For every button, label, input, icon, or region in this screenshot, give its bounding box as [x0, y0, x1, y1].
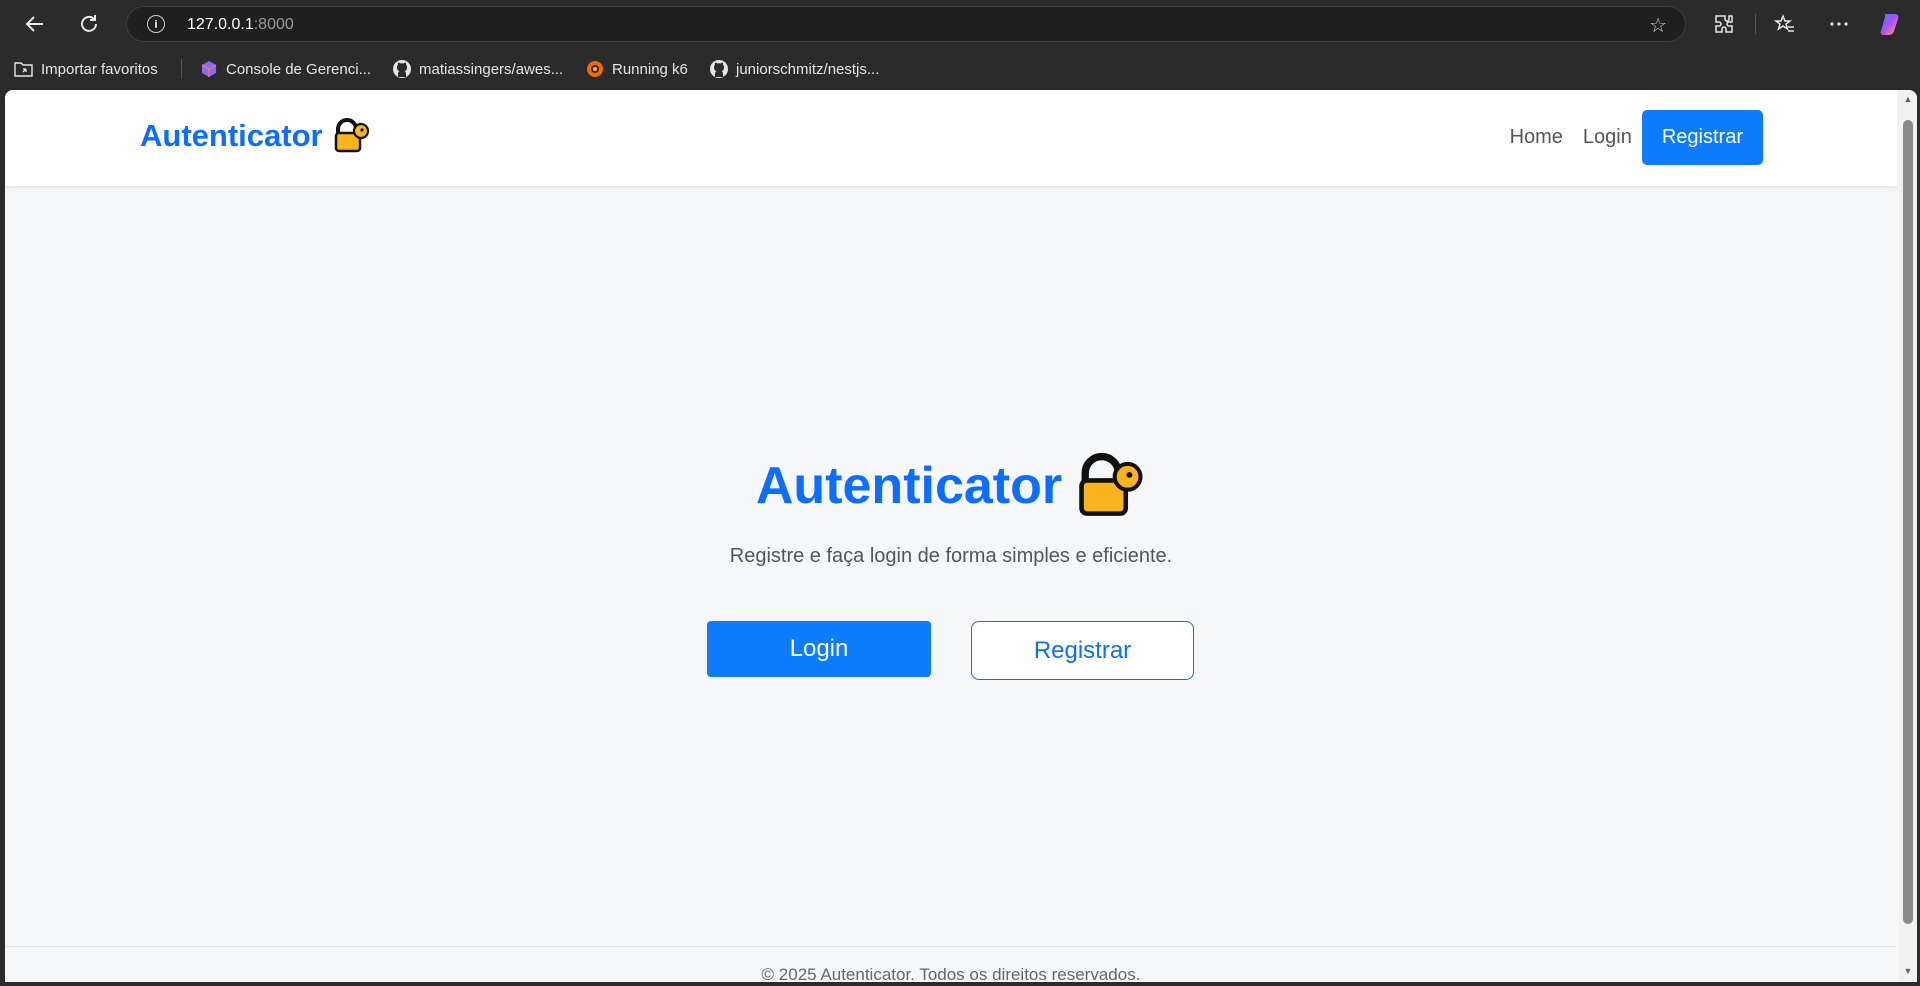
favorites-icon[interactable]: [1771, 10, 1799, 38]
extensions-icon[interactable]: [1710, 10, 1738, 38]
brand-name: Autenticator: [140, 118, 323, 153]
nav-login-link[interactable]: Login: [1583, 112, 1632, 163]
github-icon: [710, 60, 728, 78]
lock-key-icon: [334, 118, 369, 153]
bookmark-label: Console de Gerenci...: [226, 60, 372, 78]
copilot-icon[interactable]: [1878, 10, 1906, 38]
brand-logo[interactable]: Autenticator: [140, 118, 371, 154]
bookmark-console[interactable]: Console de Gerenci...: [199, 58, 371, 80]
scroll-thumb[interactable]: [1903, 120, 1913, 924]
site-info-icon[interactable]: i: [147, 15, 165, 33]
more-options-icon[interactable]: [1825, 10, 1853, 38]
scroll-down-arrow-icon[interactable]: ▼: [1902, 966, 1914, 976]
grafana-icon: [587, 61, 603, 77]
site-header: Autenticator Home Login Registrar: [5, 90, 1897, 186]
register-button[interactable]: Registrar: [971, 621, 1194, 680]
bookmark-import-favorites[interactable]: Importar favoritos: [14, 58, 158, 80]
nav-register-button[interactable]: Registrar: [1641, 110, 1763, 165]
scroll-up-arrow-icon[interactable]: ▲: [1902, 94, 1914, 104]
folder-import-icon: [14, 62, 33, 77]
back-arrow-icon[interactable]: [20, 10, 50, 38]
bookmarks-divider: [181, 59, 182, 79]
hero-heading: Autenticator: [5, 452, 1897, 520]
hero-title: Autenticator: [755, 457, 1063, 515]
page-viewport: Autenticator Home Login Registrar Autent…: [5, 90, 1917, 982]
login-button[interactable]: Login: [707, 621, 931, 677]
hero-subtitle: Registre e faça login de forma simples e…: [729, 545, 1173, 567]
cube-icon: [201, 61, 217, 77]
github-icon: [393, 60, 411, 78]
bookmark-label: juniorschmitz/nestjs...: [736, 60, 880, 78]
bookmark-juniorschmitz[interactable]: juniorschmitz/nestjs...: [709, 58, 879, 80]
bookmark-matiassingers[interactable]: matiassingers/awes...: [392, 58, 563, 80]
favorite-star-icon[interactable]: ☆: [1649, 13, 1667, 38]
bookmarks-bar: Importar favoritos Console de Gerenci...…: [0, 48, 1920, 90]
site-footer: © 2025 Autenticator. Todos os direitos r…: [5, 946, 1897, 982]
bookmark-label: matiassingers/awes...: [419, 60, 564, 78]
bookmark-running-k6[interactable]: Running k6: [585, 58, 688, 80]
url-text: 127.0.0.1:8000: [187, 16, 294, 33]
lock-key-icon: [1079, 452, 1143, 516]
footer-text: © 2025 Autenticator. Todos os direitos r…: [761, 965, 1141, 982]
bookmark-label: Running k6: [612, 60, 688, 78]
main-nav: Home Login Registrar: [1510, 110, 1763, 165]
toolbar-divider: [1755, 14, 1756, 34]
address-bar[interactable]: i 127.0.0.1:8000 ☆: [126, 6, 1686, 42]
bookmark-label: Importar favoritos: [41, 60, 158, 78]
reload-icon[interactable]: [74, 10, 104, 38]
nav-home-link[interactable]: Home: [1510, 112, 1563, 163]
browser-toolbar: i 127.0.0.1:8000 ☆: [0, 0, 1920, 48]
page-scrollbar[interactable]: ▲ ▼: [1899, 90, 1917, 982]
